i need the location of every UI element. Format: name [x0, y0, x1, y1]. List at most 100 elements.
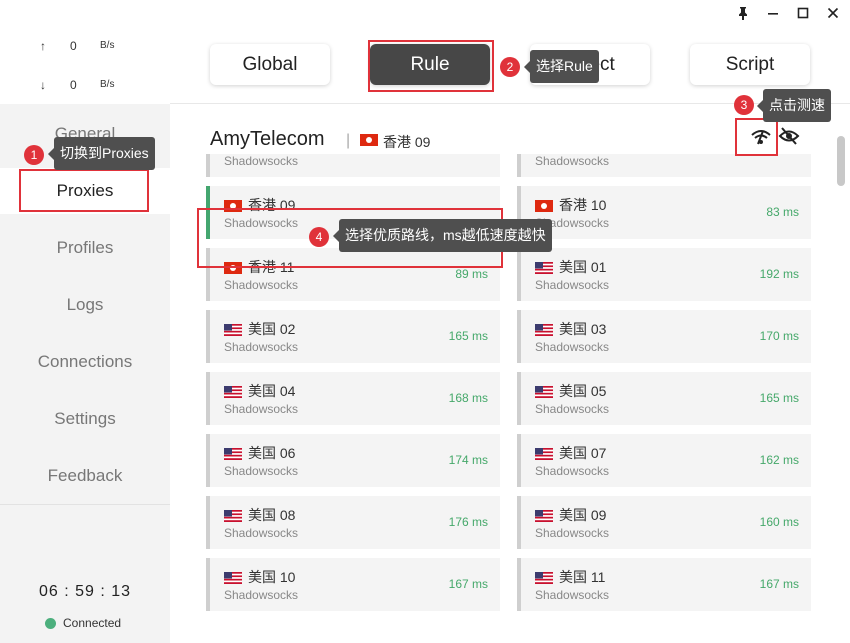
proxy-card[interactable]: 美国 08 Shadowsocks 176 ms — [206, 496, 500, 549]
sidebar-divider — [0, 504, 170, 505]
proxy-name-label: 美国 01 — [559, 259, 607, 275]
proxy-latency: 165 ms — [448, 329, 488, 343]
sidebar-item-profiles[interactable]: Profiles — [0, 225, 170, 271]
proxy-card[interactable]: 美国 10 Shadowsocks 167 ms — [206, 558, 500, 611]
proxy-name-label: 美国 09 — [559, 507, 607, 523]
annotation-box-rule — [368, 40, 494, 92]
us-flag-icon — [224, 323, 242, 336]
connection-status-label: Connected — [63, 616, 122, 630]
minimize-icon[interactable] — [760, 2, 786, 24]
sidebar-item-logs[interactable]: Logs — [0, 282, 170, 328]
proxy-card[interactable]: 香港 08Shadowsocks80 ms — [517, 154, 811, 177]
proxy-name-label: 美国 06 — [248, 445, 296, 461]
proxy-type: Shadowsocks — [224, 402, 299, 416]
upload-arrow-icon: ↑ — [40, 39, 46, 53]
mode-global-button[interactable]: Global — [210, 44, 330, 85]
proxy-type: Shadowsocks — [224, 526, 299, 540]
us-flag-icon — [535, 261, 553, 274]
proxy-card[interactable]: 美国 07 Shadowsocks 162 ms — [517, 434, 811, 487]
proxy-latency: 167 ms — [448, 577, 488, 591]
annotation-box-speedtest — [735, 118, 778, 156]
proxy-group-name: AmyTelecom — [210, 128, 325, 150]
proxy-card[interactable]: 美国 03 Shadowsocks 170 ms — [517, 310, 811, 363]
proxy-type: Shadowsocks — [535, 588, 610, 602]
scrollbar-thumb[interactable] — [837, 136, 845, 186]
proxy-latency: 176 ms — [448, 515, 488, 529]
proxy-latency: 86 ms — [455, 154, 488, 157]
sidebar-item-feedback[interactable]: Feedback — [0, 453, 170, 499]
annotation-step3-tip: 点击测速 — [757, 89, 831, 122]
annotation-step4-tip: 选择优质路线，ms越低速度越快 — [333, 219, 552, 252]
proxy-card[interactable]: 美国 06 Shadowsocks 174 ms — [206, 434, 500, 487]
annotation-step2-badge: 2 — [500, 57, 520, 77]
us-flag-icon — [535, 385, 553, 398]
proxy-type: Shadowsocks — [535, 154, 610, 168]
proxy-card[interactable]: 香港 07Shadowsocks86 ms — [206, 154, 500, 177]
close-icon[interactable] — [820, 2, 846, 24]
selected-proxy-label: 香港 09 — [383, 134, 431, 150]
traffic-panel: ↑ 0 B/s ↓ 0 B/s — [0, 26, 170, 104]
proxy-type: Shadowsocks — [535, 278, 610, 292]
proxy-latency: 162 ms — [759, 453, 799, 467]
sidebar-item-settings[interactable]: Settings — [0, 396, 170, 442]
proxy-name: 美国 06 — [224, 443, 295, 463]
proxy-name-label: 美国 08 — [248, 507, 296, 523]
proxy-type: Shadowsocks — [535, 464, 610, 478]
proxy-name-label: 美国 02 — [248, 321, 296, 337]
us-flag-icon — [535, 447, 553, 460]
proxy-name: 美国 01 — [535, 257, 606, 277]
annotation-box-proxies — [19, 169, 149, 212]
sidebar: ↑ 0 B/s ↓ 0 B/s General Proxies Profiles… — [0, 26, 170, 643]
proxy-name-label: 美国 11 — [559, 569, 606, 585]
proxy-latency: 174 ms — [448, 453, 488, 467]
proxy-card[interactable]: 美国 11 Shadowsocks 167 ms — [517, 558, 811, 611]
mode-script-button[interactable]: Script — [690, 44, 810, 85]
download-arrow-icon: ↓ — [40, 78, 46, 92]
proxy-type: Shadowsocks — [535, 402, 610, 416]
us-flag-icon — [224, 385, 242, 398]
proxy-type: Shadowsocks — [224, 154, 299, 168]
proxy-latency: 89 ms — [455, 267, 488, 281]
proxy-name: 美国 05 — [535, 381, 606, 401]
upload-speed: ↑ 0 B/s — [40, 39, 114, 53]
hk-flag-icon — [535, 199, 553, 212]
proxy-name-label: 美国 10 — [248, 569, 296, 585]
proxy-type: Shadowsocks — [224, 464, 299, 478]
proxy-latency: 168 ms — [448, 391, 488, 405]
proxy-latency: 170 ms — [759, 329, 799, 343]
status-dot-icon — [45, 617, 56, 629]
proxy-name: 美国 10 — [224, 567, 295, 587]
us-flag-icon — [224, 509, 242, 522]
proxy-card[interactable]: 香港 10 Shadowsocks 83 ms — [517, 186, 811, 239]
group-separator: | — [346, 132, 351, 149]
download-unit: B/s — [100, 79, 115, 90]
upload-value: 0 — [70, 39, 77, 53]
proxy-name: 香港 10 — [535, 195, 606, 215]
proxy-card[interactable]: 美国 02 Shadowsocks 165 ms — [206, 310, 500, 363]
proxy-card[interactable]: 美国 05 Shadowsocks 165 ms — [517, 372, 811, 425]
proxy-type: Shadowsocks — [224, 340, 299, 354]
proxy-name: 美国 03 — [535, 319, 606, 339]
proxy-card[interactable]: 美国 09 Shadowsocks 160 ms — [517, 496, 811, 549]
download-value: 0 — [70, 78, 77, 92]
annotation-step1-tip: 切换到Proxies — [48, 137, 155, 170]
annotation-step3-badge: 3 — [734, 95, 754, 115]
proxy-card[interactable]: 美国 01 Shadowsocks 192 ms — [517, 248, 811, 301]
download-speed: ↓ 0 B/s — [40, 78, 114, 92]
title-bar — [0, 0, 850, 26]
proxy-latency: 192 ms — [759, 267, 799, 281]
proxy-name: 美国 02 — [224, 319, 295, 339]
annotation-step1-badge: 1 — [24, 145, 44, 165]
upload-unit: B/s — [100, 40, 115, 51]
uptime-clock: 06 : 59 : 13 — [38, 583, 132, 600]
us-flag-icon — [535, 571, 553, 584]
sidebar-item-connections[interactable]: Connections — [0, 339, 170, 385]
pin-icon[interactable] — [730, 2, 756, 24]
proxy-latency: 165 ms — [759, 391, 799, 405]
proxy-name: 美国 11 — [535, 567, 605, 587]
proxy-card[interactable]: 美国 04 Shadowsocks 168 ms — [206, 372, 500, 425]
maximize-icon[interactable] — [790, 2, 816, 24]
annotation-step4-badge: 4 — [309, 227, 329, 247]
eye-off-icon[interactable] — [778, 126, 800, 146]
proxy-name: 美国 07 — [535, 443, 606, 463]
